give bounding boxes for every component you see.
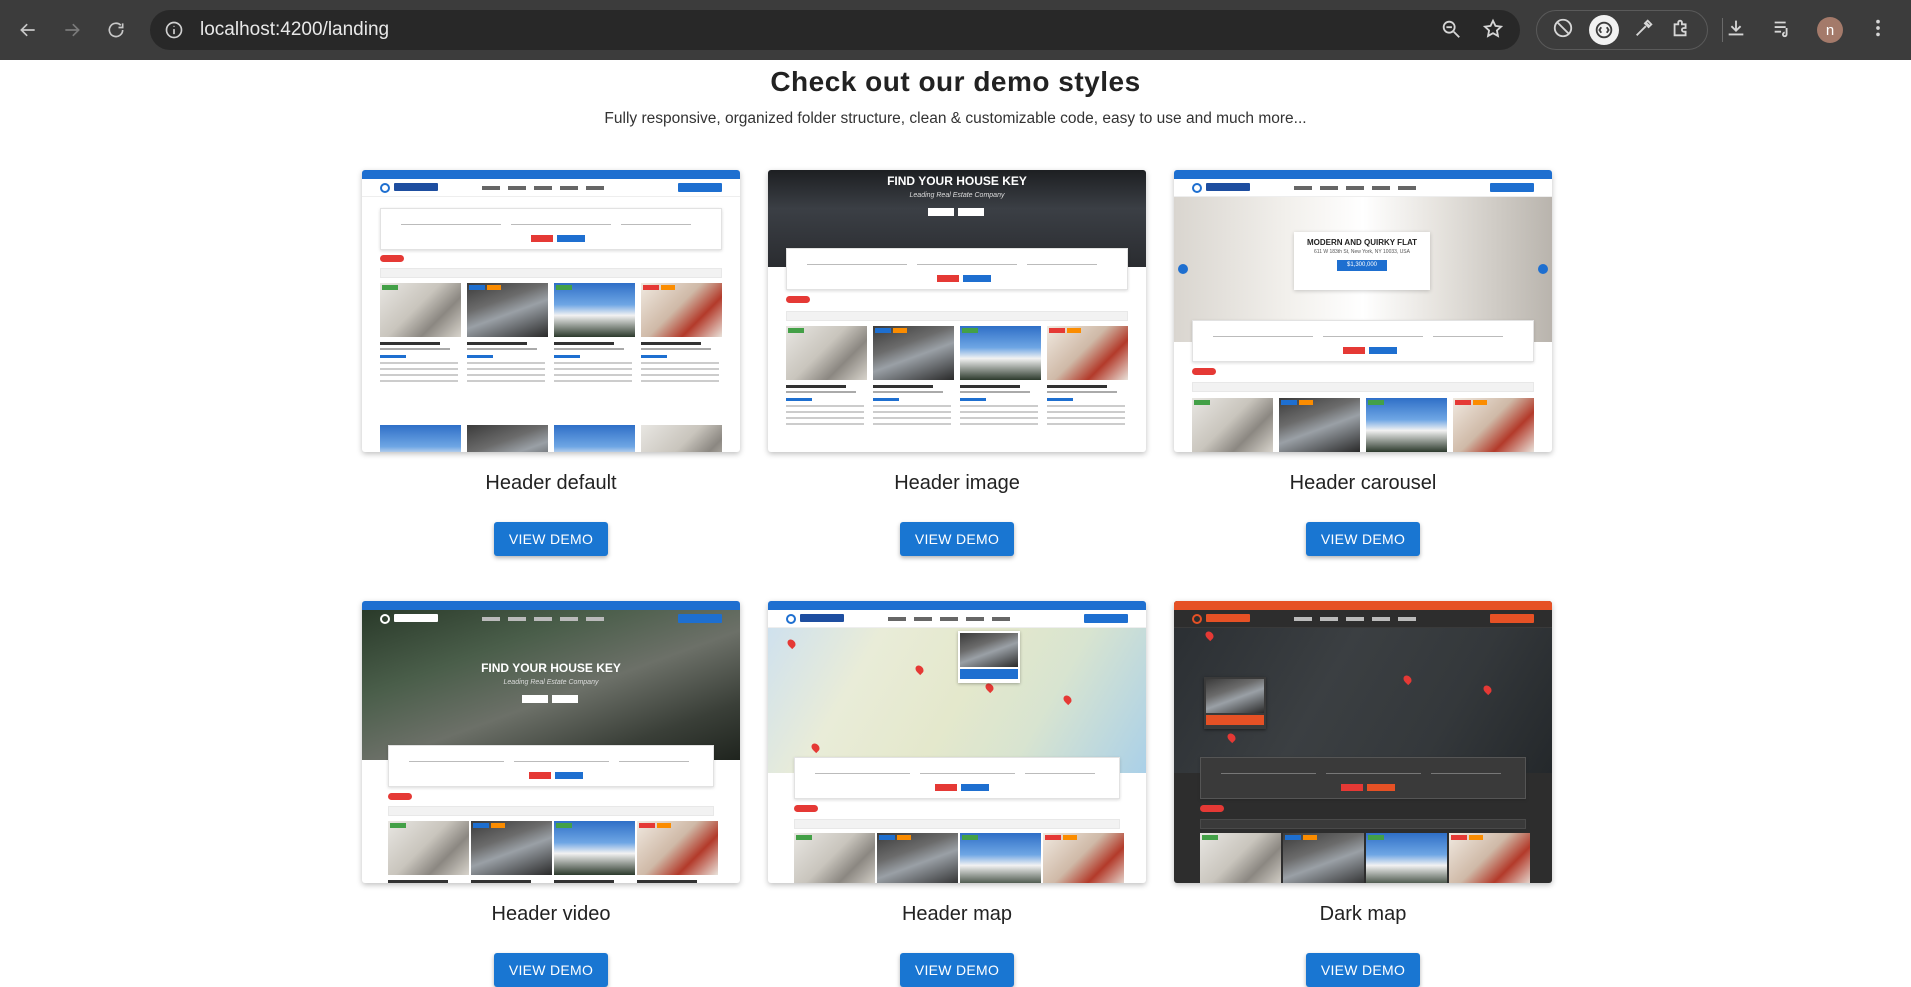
extensions-group xyxy=(1536,10,1708,50)
demo-label: Dark map xyxy=(1319,903,1407,925)
site-info-icon[interactable] xyxy=(162,18,186,42)
view-demo-button[interactable]: VIEW DEMO xyxy=(900,522,1014,556)
reload-icon[interactable] xyxy=(98,12,134,48)
carousel-next-icon[interactable] xyxy=(1538,264,1548,274)
browser-toolbar: localhost:4200/landing n xyxy=(0,0,1911,60)
downloads-icon[interactable] xyxy=(1725,17,1747,44)
url-text[interactable]: localhost:4200/landing xyxy=(200,19,389,41)
view-demo-button[interactable]: VIEW DEMO xyxy=(1306,522,1420,556)
hero-title: FIND YOUR HOUSE KEY xyxy=(481,661,621,675)
demo-label: Header video xyxy=(491,903,611,925)
demo-card-header-video: FIND YOUR HOUSE KEY Leading Real Estate … xyxy=(362,601,740,987)
extensions-puzzle-icon[interactable] xyxy=(1670,17,1692,44)
slide-price: $1,300,000 xyxy=(1337,260,1387,271)
demo-thumbnail[interactable]: MODERN AND QUIRKY FLAT 611 W 183th St, Ne… xyxy=(1174,170,1552,452)
extension-blocked-icon[interactable] xyxy=(1552,17,1574,44)
forward-icon[interactable] xyxy=(54,12,90,48)
view-demo-button[interactable]: VIEW DEMO xyxy=(494,522,608,556)
demo-thumbnail[interactable] xyxy=(1174,601,1552,883)
view-demo-button[interactable]: VIEW DEMO xyxy=(494,953,608,987)
demo-card-dark-map: Dark map VIEW DEMO xyxy=(1174,601,1552,987)
menu-kebab-icon[interactable] xyxy=(1867,17,1889,44)
page-subtitle: Fully responsive, organized folder struc… xyxy=(604,110,1307,127)
demo-label: Header image xyxy=(894,472,1020,494)
bookmark-star-icon[interactable] xyxy=(1482,18,1504,45)
slide-title: MODERN AND QUIRKY FLAT xyxy=(1306,238,1418,247)
profile-avatar[interactable]: n xyxy=(1817,17,1843,43)
demo-label: Header default xyxy=(485,472,617,494)
back-icon[interactable] xyxy=(10,12,46,48)
demo-label: Header carousel xyxy=(1289,472,1437,494)
hero-subtitle: Leading Real Estate Company xyxy=(909,192,1005,199)
toolbar-divider xyxy=(1722,18,1723,42)
carousel-prev-icon[interactable] xyxy=(1178,264,1188,274)
demo-thumbnail[interactable]: FIND YOUR HOUSE KEY Leading Real Estate … xyxy=(768,170,1146,452)
demo-thumbnail[interactable] xyxy=(362,170,740,452)
media-controls-icon[interactable] xyxy=(1771,17,1793,44)
hero-title: FIND YOUR HOUSE KEY xyxy=(887,174,1027,188)
address-bar[interactable]: localhost:4200/landing xyxy=(150,10,1520,50)
eyedropper-icon[interactable] xyxy=(1633,17,1655,44)
hero-subtitle: Leading Real Estate Company xyxy=(503,679,599,686)
slide-address: 611 W 183th St, New York, NY 10033, USA xyxy=(1314,249,1410,255)
demo-thumbnail[interactable]: FIND YOUR HOUSE KEY Leading Real Estate … xyxy=(362,601,740,883)
demo-card-header-carousel: MODERN AND QUIRKY FLAT 611 W 183th St, Ne… xyxy=(1174,170,1552,556)
page-title: Check out our demo styles xyxy=(770,66,1141,97)
view-demo-button[interactable]: VIEW DEMO xyxy=(900,953,1014,987)
landing-page: Check out our demo styles Fully responsi… xyxy=(0,60,1911,987)
demo-label: Header map xyxy=(901,903,1013,925)
demo-card-header-image: FIND YOUR HOUSE KEY Leading Real Estate … xyxy=(768,170,1146,556)
extension-active-icon[interactable] xyxy=(1588,15,1619,45)
zoom-icon[interactable] xyxy=(1440,18,1462,45)
view-demo-button[interactable]: VIEW DEMO xyxy=(1306,953,1420,987)
demo-card-header-default: Header default VIEW DEMO xyxy=(362,170,740,556)
demo-card-header-map: Header map VIEW DEMO xyxy=(768,601,1146,987)
demo-thumbnail[interactable] xyxy=(768,601,1146,883)
